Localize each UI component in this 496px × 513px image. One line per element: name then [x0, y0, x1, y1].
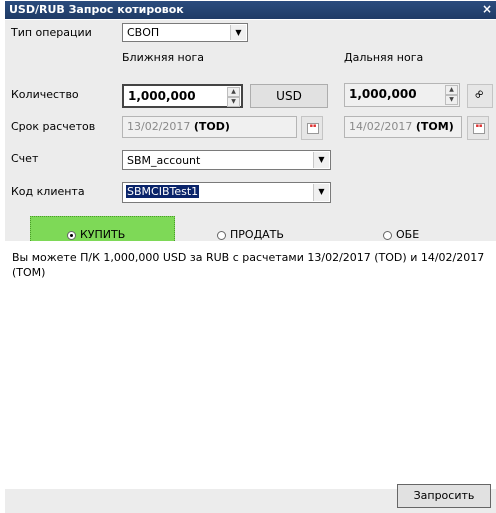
far-amount-field[interactable]: 1,000,000 ▲ ▼ [344, 83, 460, 107]
both-option[interactable]: ОБЕ [383, 228, 419, 241]
far-leg-label: Дальняя нога [344, 51, 424, 64]
link-legs-button[interactable]: ∞ [467, 84, 493, 108]
quote-request-window: USD/RUB Запрос котировок × Тип операции … [0, 0, 496, 513]
near-date-text: 13/02/2017 (TOD) [127, 120, 230, 133]
calendar-icon: ▪▪ [473, 123, 485, 134]
operation-type-label: Тип операции [11, 26, 92, 39]
radio-icon [217, 230, 226, 240]
far-amount-value: 1,000,000 [349, 87, 417, 101]
sell-option[interactable]: ПРОДАТЬ [217, 228, 284, 241]
near-amount-field[interactable]: 1,000,000 ▲ ▼ [122, 84, 243, 108]
chevron-down-icon: ▼ [313, 184, 329, 201]
buy-radio: КУПИТЬ [67, 228, 125, 241]
both-label: ОБЕ [396, 228, 420, 241]
quantity-label: Количество [11, 88, 79, 101]
buy-label: КУПИТЬ [80, 228, 126, 241]
title-bar: USD/RUB Запрос котировок × [5, 1, 496, 19]
radio-icon [383, 230, 392, 240]
account-value: SBM_account [127, 154, 201, 167]
chevron-down-icon: ▼ [230, 25, 246, 40]
far-amount-stepper[interactable]: ▲ ▼ [445, 85, 458, 105]
settlement-label: Срок расчетов [11, 120, 96, 133]
calendar-icon: ▪▪ [307, 123, 319, 134]
link-icon: ∞ [470, 85, 489, 104]
client-code-select[interactable]: SBMCIBTest1 ▼ [122, 182, 331, 203]
near-date-picker-button[interactable]: ▪▪ [301, 116, 323, 140]
chevron-down-icon: ▼ [313, 152, 329, 168]
currency-button[interactable]: USD [250, 84, 328, 108]
sell-label: ПРОДАТЬ [230, 228, 284, 241]
window-title: USD/RUB Запрос котировок [9, 3, 184, 16]
close-button[interactable]: × [480, 1, 494, 17]
far-date-text: 14/02/2017 (TOM) [349, 120, 454, 133]
quote-message: Вы можете П/К 1,000,000 USD за RUB с рас… [5, 241, 496, 489]
far-date-picker-button[interactable]: ▪▪ [467, 116, 489, 140]
account-select[interactable]: SBM_account ▼ [122, 150, 331, 170]
far-date-field[interactable]: 14/02/2017 (TOM) [344, 116, 462, 138]
near-amount-value: 1,000,000 [128, 89, 196, 103]
client-code-label: Код клиента [11, 185, 85, 198]
near-amount-stepper[interactable]: ▲ ▼ [227, 87, 240, 107]
radio-selected-icon [67, 230, 76, 240]
request-button[interactable]: Запросить [397, 484, 491, 508]
client-code-value: SBMCIBTest1 [126, 185, 200, 198]
account-label: Счет [11, 152, 39, 165]
operation-type-value: СВОП [127, 26, 160, 39]
operation-type-select[interactable]: СВОП ▼ [122, 23, 248, 42]
near-date-field[interactable]: 13/02/2017 (TOD) [122, 116, 297, 138]
near-leg-label: Ближняя нога [122, 51, 205, 64]
